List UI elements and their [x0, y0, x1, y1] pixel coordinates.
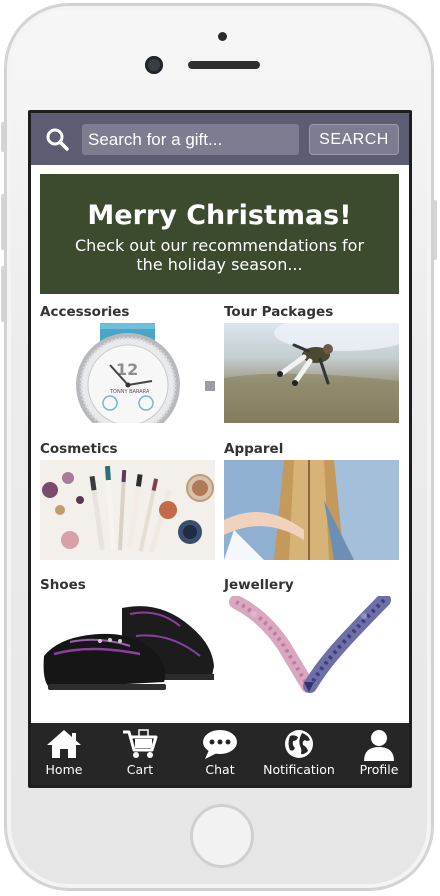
tab-profile[interactable]: Profile [349, 723, 409, 785]
skydiver-image [224, 323, 399, 423]
phone-screen: SEARCH Merry Christmas! Check out our re… [28, 110, 412, 788]
banner-title: Merry Christmas! [87, 200, 352, 231]
tab-chat[interactable]: Chat [187, 723, 253, 785]
home-button[interactable] [190, 804, 254, 868]
tab-notification[interactable]: Notification [259, 723, 339, 785]
tab-label: Profile [359, 762, 399, 777]
category-cosmetics[interactable]: Cosmetics [40, 438, 215, 560]
category-tour-packages[interactable]: Tour Packages [224, 301, 399, 423]
holiday-banner[interactable]: Merry Christmas! Check out our recommend… [40, 174, 399, 294]
search-input[interactable] [82, 124, 299, 155]
tab-home[interactable]: Home [31, 723, 97, 785]
tab-label: Cart [126, 762, 154, 777]
category-label: Accessories [40, 304, 130, 320]
category-label: Apparel [224, 441, 284, 457]
category-label: Tour Packages [224, 304, 334, 320]
search-button[interactable]: SEARCH [309, 124, 399, 155]
category-shoes[interactable]: Shoes [40, 574, 215, 696]
globe-icon [285, 730, 313, 758]
volume-down-button [1, 266, 5, 322]
proximity-sensor [218, 32, 227, 41]
svg-text:TONNY BARARA: TONNY BARARA [109, 389, 150, 395]
mute-switch [1, 122, 5, 152]
profile-icon [364, 730, 394, 761]
makeup-brushes-image [40, 460, 215, 560]
category-label: Jewellery [224, 577, 294, 593]
tab-label: Notification [263, 762, 335, 777]
earpiece-speaker [188, 61, 260, 69]
category-label: Cosmetics [40, 441, 118, 457]
necklace-image [224, 596, 399, 696]
category-accessories[interactable]: Accessories 12 TONNY BARARA [40, 301, 215, 423]
tab-label: Chat [205, 762, 235, 777]
banner-subtitle: Check out our recommendations for the ho… [74, 236, 365, 274]
couple-jacket-image [224, 460, 399, 560]
category-apparel[interactable]: Apparel [224, 438, 399, 560]
cart-icon [123, 729, 158, 758]
chat-icon [203, 730, 237, 759]
bottom-tab-bar: Home Cart Chat Notification Profile [31, 723, 409, 785]
watch-image: 12 TONNY BARARA [40, 323, 215, 423]
search-bar: SEARCH [31, 113, 409, 165]
volume-up-button [1, 194, 5, 250]
category-label: Shoes [40, 577, 86, 593]
search-icon[interactable] [45, 127, 69, 151]
category-jewellery[interactable]: Jewellery [224, 574, 399, 696]
power-button [433, 200, 437, 260]
front-camera [145, 56, 163, 74]
tab-label: Home [45, 762, 83, 777]
home-icon [47, 730, 81, 758]
app-content: SEARCH Merry Christmas! Check out our re… [31, 113, 409, 785]
tab-cart[interactable]: Cart [107, 723, 173, 785]
bowling-shoes-image [40, 596, 215, 696]
